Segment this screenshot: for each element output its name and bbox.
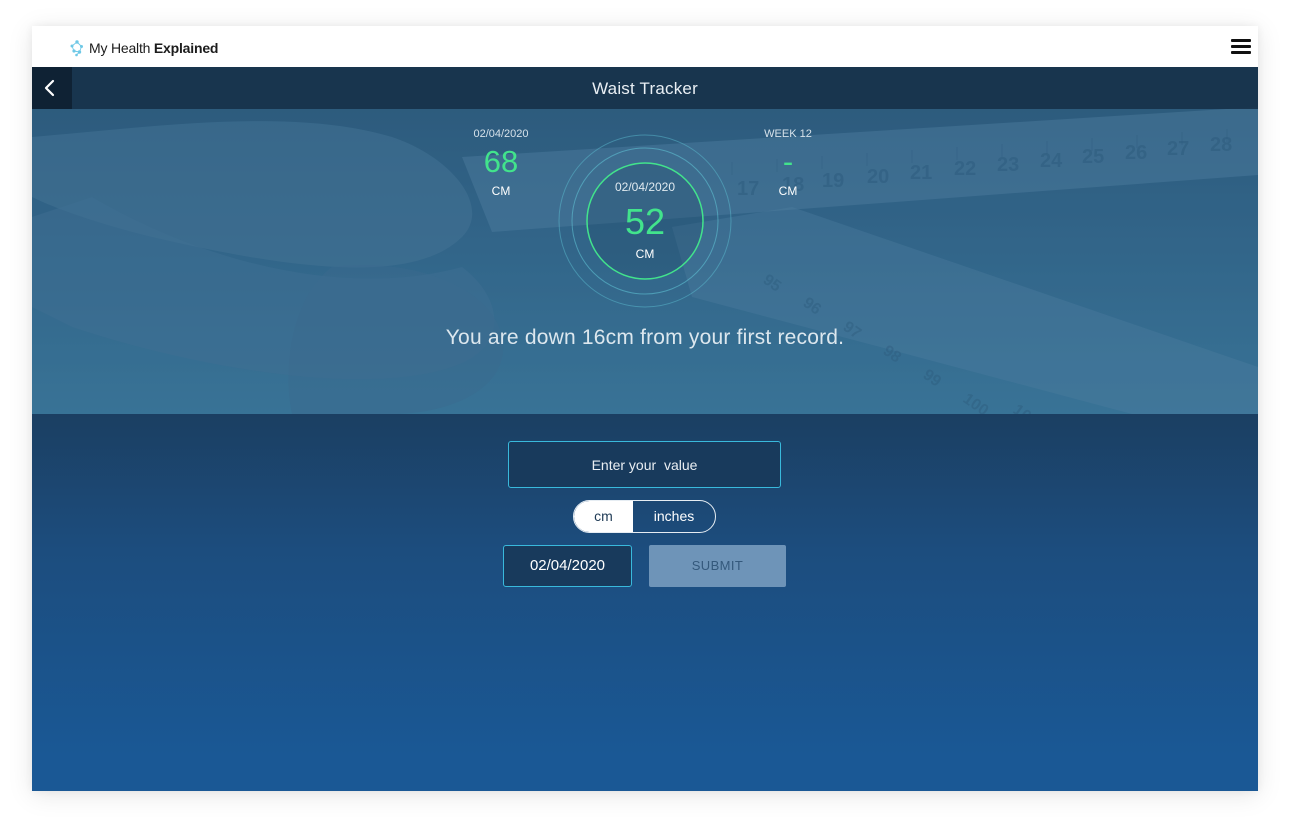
brand-name: My Health Explained bbox=[89, 40, 218, 56]
brand-logo[interactable]: My Health Explained bbox=[68, 39, 218, 57]
first-record-date: 02/04/2020 bbox=[473, 128, 529, 140]
week-value: - bbox=[782, 144, 794, 179]
week-label: WEEK 12 bbox=[764, 128, 812, 140]
first-record-unit: CM bbox=[491, 184, 511, 198]
submit-button[interactable]: SUBMIT bbox=[649, 545, 786, 587]
hero-section: 17 18 19 20 21 22 23 24 25 26 27 28 95 9… bbox=[32, 67, 1258, 414]
date-picker-button[interactable]: 02/04/2020 bbox=[503, 545, 632, 587]
current-record-date: 02/04/2020 bbox=[614, 180, 676, 194]
current-record-value: 52 bbox=[624, 201, 666, 242]
week-stat: WEEK 12 - CM bbox=[738, 128, 838, 198]
brand-name-bold: Explained bbox=[153, 40, 219, 56]
footer-strip bbox=[32, 756, 1258, 791]
unit-option-inches[interactable]: inches bbox=[633, 501, 715, 532]
first-record-stat: 02/04/2020 68 CM bbox=[451, 128, 551, 198]
brand-name-regular: My Health bbox=[89, 40, 154, 56]
unit-toggle: cm inches bbox=[573, 500, 716, 533]
molecule-icon bbox=[70, 40, 83, 57]
entry-form: cm inches 02/04/2020 SUBMIT bbox=[32, 414, 1258, 756]
page-title: Waist Tracker bbox=[592, 79, 698, 98]
first-record-value: 68 bbox=[483, 144, 519, 179]
progress-message: You are down 16cm from your first record… bbox=[445, 326, 845, 349]
title-bar: Waist Tracker bbox=[32, 67, 1258, 109]
current-record-unit: CM bbox=[635, 247, 655, 261]
hamburger-menu-icon[interactable] bbox=[1231, 39, 1251, 54]
app-frame: My Health Explained 17 18 19 20 21 22 23 bbox=[32, 26, 1258, 791]
unit-option-cm[interactable]: cm bbox=[574, 501, 633, 532]
top-navbar: My Health Explained bbox=[32, 26, 1258, 67]
value-input[interactable] bbox=[508, 441, 781, 488]
week-unit: CM bbox=[778, 184, 798, 198]
